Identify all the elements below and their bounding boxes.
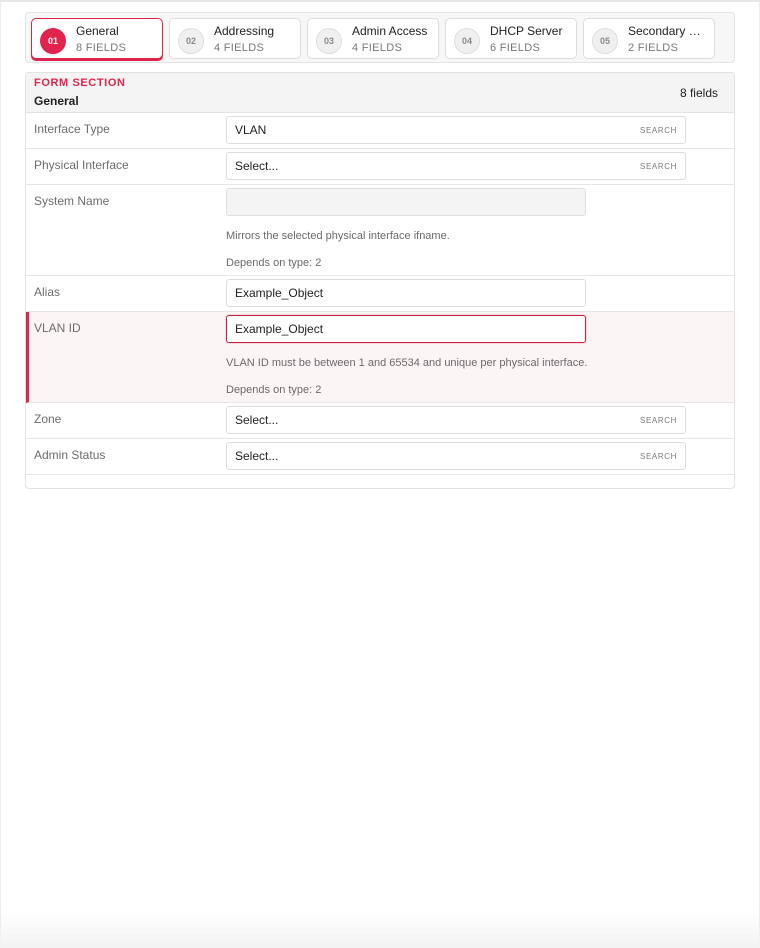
- step-title: Admin Access: [352, 24, 428, 38]
- step-addressing[interactable]: 02 Addressing 4 FIELDS: [169, 18, 301, 59]
- field-label: Zone: [34, 412, 62, 426]
- input-value: Example_Object: [235, 322, 324, 336]
- search-hint: SEARCH: [640, 161, 677, 171]
- field-help-text: Mirrors the selected physical interface …: [226, 230, 450, 242]
- alias-input[interactable]: Example_Object: [226, 279, 586, 307]
- section-field-count: 8 fields: [679, 86, 718, 100]
- step-title: Secondary …: [628, 24, 701, 38]
- step-number-badge: 02: [178, 28, 204, 54]
- physical-interface-select[interactable]: Select... SEARCH: [226, 152, 686, 180]
- form-row-interface-type: Interface Type VLAN SEARCH: [26, 113, 734, 149]
- field-label: VLAN ID: [34, 321, 81, 335]
- form-row-alias: Alias Example_Object: [26, 276, 734, 312]
- step-field-count: 6 FIELDS: [490, 42, 541, 54]
- admin-status-select[interactable]: Select... SEARCH: [226, 442, 686, 470]
- step-secondary[interactable]: 05 Secondary … 2 FIELDS: [583, 18, 715, 59]
- section-header: FORM SECTION General 8 fields: [26, 73, 734, 113]
- select-value: Select...: [235, 449, 279, 463]
- step-title: General: [76, 24, 119, 38]
- step-number-badge: 01: [40, 28, 66, 54]
- step-field-count: 8 FIELDS: [76, 42, 127, 54]
- step-admin-access[interactable]: 03 Admin Access 4 FIELDS: [307, 18, 439, 59]
- form-row-system-name: System Name Mirrors the selected physica…: [26, 185, 734, 276]
- search-hint: SEARCH: [640, 415, 677, 425]
- field-label: Alias: [34, 285, 61, 299]
- step-field-count: 2 FIELDS: [628, 42, 679, 54]
- field-error-text: VLAN ID must be between 1 and 65534 and …: [226, 357, 588, 369]
- search-hint: SEARCH: [640, 125, 677, 135]
- bottom-shade: [0, 908, 760, 948]
- zone-select[interactable]: Select... SEARCH: [226, 406, 686, 434]
- form-section-card: FORM SECTION General 8 fields Interface …: [25, 72, 735, 489]
- step-number-badge: 03: [316, 28, 342, 54]
- input-value: Example_Object: [235, 286, 324, 300]
- vlan-id-input[interactable]: Example_Object: [226, 315, 586, 343]
- select-value: Select...: [235, 159, 279, 173]
- step-number-badge: 04: [454, 28, 480, 54]
- step-title: Addressing: [214, 24, 275, 38]
- form-row-zone: Zone Select... SEARCH: [26, 403, 734, 439]
- field-label: Admin Status: [34, 448, 106, 462]
- field-label: Interface Type: [34, 122, 110, 136]
- step-number-badge: 05: [592, 28, 618, 54]
- section-title: General: [34, 94, 79, 108]
- form-row-vlan-id: VLAN ID Example_Object VLAN ID must be b…: [26, 312, 734, 403]
- interface-type-select[interactable]: VLAN SEARCH: [226, 116, 686, 144]
- step-nav: 01 General 8 FIELDS 02 Addressing 4 FIEL…: [25, 12, 735, 63]
- field-dependency-text: Depends on type: 2: [226, 384, 322, 396]
- step-dhcp-server[interactable]: 04 DHCP Server 6 FIELDS: [445, 18, 577, 59]
- step-field-count: 4 FIELDS: [352, 42, 403, 54]
- select-value: VLAN: [235, 123, 267, 137]
- system-name-input[interactable]: [226, 188, 586, 216]
- search-hint: SEARCH: [640, 451, 677, 461]
- step-field-count: 4 FIELDS: [214, 42, 265, 54]
- select-value: Select...: [235, 413, 279, 427]
- step-general[interactable]: 01 General 8 FIELDS: [31, 18, 163, 59]
- form-row-physical-interface: Physical Interface Select... SEARCH: [26, 149, 734, 185]
- field-label: Physical Interface: [34, 158, 129, 172]
- field-dependency-text: Depends on type: 2: [226, 257, 322, 269]
- field-label: System Name: [34, 194, 110, 208]
- form-row-admin-status: Admin Status Select... SEARCH: [26, 439, 734, 475]
- section-kicker: FORM SECTION: [34, 77, 126, 89]
- step-title: DHCP Server: [490, 24, 563, 38]
